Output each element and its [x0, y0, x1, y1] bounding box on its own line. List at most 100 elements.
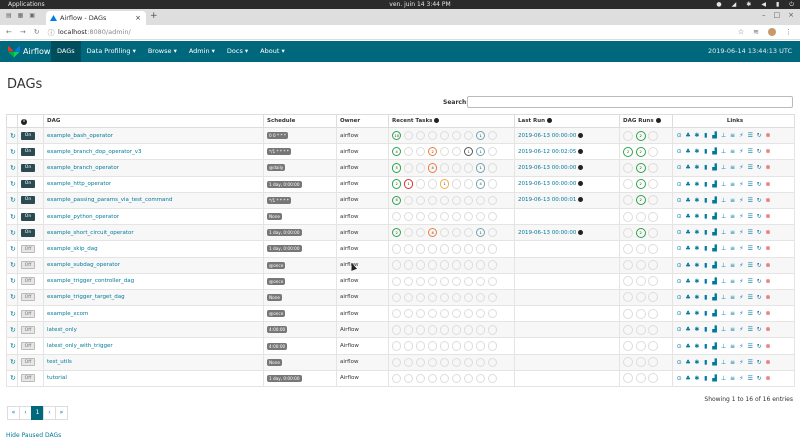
dag-run-circle[interactable]: 2 — [623, 146, 633, 157]
task-state-circle[interactable] — [475, 373, 486, 384]
landing-times-icon[interactable]: ⊥ — [720, 164, 726, 171]
task-state-circle[interactable] — [415, 325, 426, 335]
task-state-circle[interactable] — [463, 260, 474, 270]
bluetooth-icon[interactable]: ✱ — [746, 0, 751, 9]
code-icon[interactable]: ⚡ — [738, 343, 744, 350]
dag-run-circle[interactable] — [623, 373, 633, 384]
refresh-dag-icon[interactable]: ↻ — [10, 132, 16, 140]
task-state-circle[interactable] — [463, 308, 474, 319]
code-icon[interactable]: ⚡ — [738, 229, 744, 236]
logs-icon[interactable]: ☰ — [747, 294, 753, 301]
duration-icon[interactable]: ▮ — [703, 132, 709, 139]
task-state-circle[interactable] — [475, 308, 486, 319]
nav-admin[interactable]: Admin ▾ — [183, 41, 221, 62]
trigger-dag-icon[interactable]: ⊙ — [676, 343, 682, 350]
dag-run-circle[interactable] — [623, 195, 633, 206]
nav-about[interactable]: About ▾ — [254, 41, 291, 62]
gantt-icon[interactable]: ≡ — [729, 310, 735, 317]
logs-icon[interactable]: ☰ — [747, 197, 753, 204]
task-state-circle[interactable] — [403, 308, 414, 319]
refresh-icon[interactable]: ↻ — [756, 294, 762, 301]
dag-run-circle[interactable] — [648, 227, 659, 238]
nav-browse[interactable]: Browse ▾ — [142, 41, 183, 62]
refresh-icon[interactable]: ↻ — [756, 343, 762, 350]
delete-icon[interactable]: ⊗ — [765, 197, 771, 204]
gantt-icon[interactable]: ≡ — [729, 229, 735, 236]
search-input[interactable] — [467, 96, 793, 108]
network-icon[interactable]: ◢ — [732, 0, 737, 9]
tab-grid-icon[interactable]: ▦ — [18, 12, 24, 19]
refresh-icon[interactable]: ↻ — [756, 245, 762, 252]
dag-run-circle[interactable] — [623, 260, 633, 271]
task-state-circle[interactable] — [487, 211, 498, 222]
task-state-circle[interactable]: 5 — [392, 163, 402, 173]
dag-run-circle[interactable]: 2 — [635, 195, 646, 206]
dag-toggle[interactable]: On — [21, 147, 35, 156]
task-state-circle[interactable]: 1 — [475, 130, 486, 141]
code-icon[interactable]: ⚡ — [738, 278, 744, 285]
landing-times-icon[interactable]: ⊥ — [720, 294, 726, 301]
task-state-circle[interactable] — [415, 292, 426, 303]
airflow-brand[interactable]: Airflow — [8, 45, 50, 58]
trigger-dag-icon[interactable]: ⊙ — [676, 310, 682, 317]
task-state-circle[interactable] — [427, 260, 438, 270]
tree-view-icon[interactable]: ♣ — [685, 181, 691, 188]
gantt-icon[interactable]: ≡ — [729, 326, 735, 333]
task-tries-icon[interactable]: ▟ — [712, 148, 718, 155]
task-state-circle[interactable] — [392, 260, 402, 270]
dag-run-circle[interactable] — [635, 324, 646, 335]
logs-icon[interactable]: ☰ — [747, 310, 753, 317]
minimize-icon[interactable]: – — [762, 11, 766, 19]
task-state-circle[interactable] — [415, 195, 426, 206]
task-state-circle[interactable] — [427, 179, 438, 189]
task-state-circle[interactable] — [475, 325, 486, 335]
dag-run-circle[interactable] — [648, 260, 659, 271]
task-state-circle[interactable] — [487, 244, 498, 254]
delete-icon[interactable]: ⊗ — [765, 245, 771, 252]
task-state-circle[interactable] — [392, 373, 402, 384]
task-state-circle[interactable] — [427, 373, 438, 384]
delete-icon[interactable]: ⊗ — [765, 164, 771, 171]
task-state-circle[interactable]: 4 — [392, 195, 402, 206]
task-state-circle[interactable] — [439, 276, 450, 286]
profile-avatar[interactable] — [768, 28, 776, 36]
logs-icon[interactable]: ☰ — [747, 262, 753, 269]
graph-view-icon[interactable]: ✱ — [694, 132, 700, 139]
task-state-circle[interactable] — [427, 308, 438, 319]
delete-icon[interactable]: ⊗ — [765, 229, 771, 236]
duration-icon[interactable]: ▮ — [703, 359, 709, 366]
task-state-circle[interactable] — [403, 341, 414, 351]
landing-times-icon[interactable]: ⊥ — [720, 310, 726, 317]
tree-view-icon[interactable]: ♣ — [685, 132, 691, 139]
tree-view-icon[interactable]: ♣ — [685, 164, 691, 171]
gantt-icon[interactable]: ≡ — [729, 375, 735, 382]
task-state-circle[interactable] — [392, 357, 402, 367]
browser-menu-icon[interactable]: ⋮ — [785, 28, 792, 36]
code-icon[interactable]: ⚡ — [738, 213, 744, 220]
dag-run-circle[interactable] — [648, 130, 659, 141]
landing-times-icon[interactable]: ⊥ — [720, 213, 726, 220]
task-state-circle[interactable] — [451, 308, 462, 319]
tree-view-icon[interactable]: ♣ — [685, 343, 691, 350]
task-state-circle[interactable] — [403, 244, 414, 254]
task-state-circle[interactable] — [427, 325, 438, 335]
gantt-icon[interactable]: ≡ — [729, 245, 735, 252]
task-state-circle[interactable] — [439, 357, 450, 367]
task-state-circle[interactable] — [463, 341, 474, 351]
task-state-circle[interactable] — [415, 260, 426, 270]
dag-toggle[interactable]: Off — [21, 309, 35, 318]
applications-menu[interactable]: Applications — [8, 0, 45, 9]
dag-link[interactable]: example_http_operator — [47, 181, 111, 187]
dag-run-circle[interactable] — [648, 373, 659, 384]
logs-icon[interactable]: ☰ — [747, 213, 753, 220]
dag-toggle[interactable]: On — [21, 163, 35, 172]
code-icon[interactable]: ⚡ — [738, 132, 744, 139]
task-state-circle[interactable] — [451, 373, 462, 384]
dag-link[interactable]: example_subdag_operator — [47, 262, 120, 268]
task-state-circle[interactable]: 2 — [392, 179, 402, 189]
task-state-circle[interactable] — [451, 130, 462, 141]
task-state-circle[interactable] — [463, 357, 474, 367]
trigger-dag-icon[interactable]: ⊙ — [676, 132, 682, 139]
refresh-dag-icon[interactable]: ↻ — [10, 293, 16, 301]
refresh-dag-icon[interactable]: ↻ — [10, 374, 16, 382]
